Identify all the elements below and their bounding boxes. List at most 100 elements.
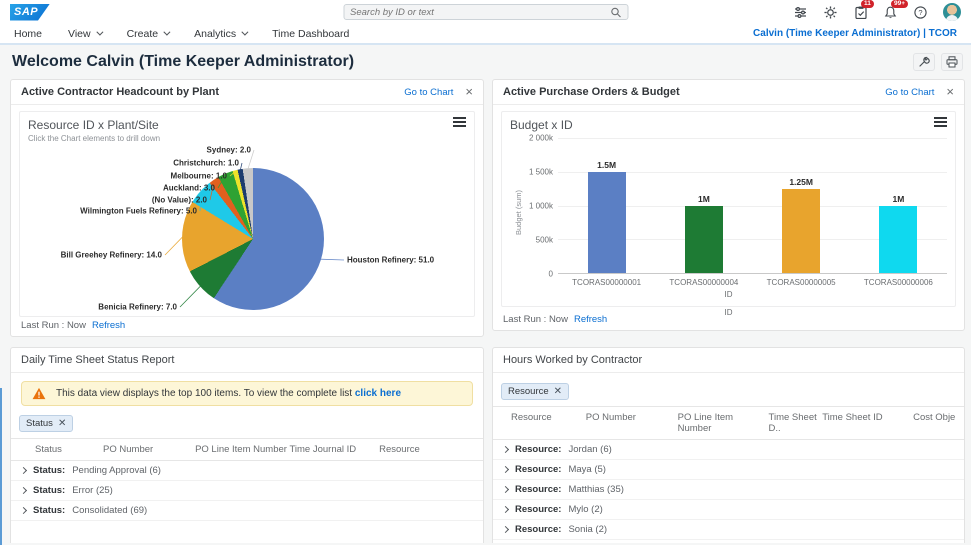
bar[interactable]	[685, 206, 723, 274]
filter-chip-resource[interactable]: Resource ✕	[501, 383, 569, 400]
bar-chart[interactable]: Budget (sum) 2 000k1 500k1 000k500k0 1.5…	[510, 138, 947, 274]
table-header: StatusPO NumberPO Line Item NumberTime J…	[11, 438, 483, 461]
row-group-label: Status:	[33, 465, 65, 476]
tasks-badge: 11	[861, 0, 874, 8]
click-here-link[interactable]: click here	[355, 388, 401, 399]
goto-chart-link[interactable]: Go to Chart	[404, 87, 453, 98]
column-header[interactable]: PO Line Item Number	[195, 444, 289, 455]
bar[interactable]	[588, 172, 626, 273]
y-tick: 1 000k	[529, 202, 553, 211]
y-tick: 0	[549, 270, 553, 279]
table-row[interactable]: Status: Pending Approval (6)	[11, 461, 483, 481]
column-header[interactable]: Time Journal ID	[289, 444, 379, 455]
y-tick: 2 000k	[529, 134, 553, 143]
x-tick: TCORAS00000006	[850, 278, 947, 287]
menu-item-home[interactable]: Home	[14, 28, 42, 40]
column-header[interactable]: PO Line Item Number	[678, 412, 769, 434]
table-row[interactable]: Resource: Jordan (6)	[493, 440, 964, 460]
search-input[interactable]	[350, 7, 610, 18]
pie-label: (No Value): 2.0	[152, 196, 207, 205]
pie-label: Wilmington Fuels Refinery: 5.0	[80, 207, 197, 216]
table-row[interactable]: Status: Error (25)	[11, 481, 483, 501]
pie-label: Bill Greehey Refinery: 14.0	[61, 251, 162, 260]
chip-remove-icon[interactable]: ✕	[554, 386, 562, 397]
printer-icon[interactable]	[941, 53, 963, 71]
avatar[interactable]	[943, 3, 961, 21]
chevron-down-icon	[163, 29, 170, 36]
page-title: Welcome Calvin (Time Keeper Administrato…	[12, 53, 354, 71]
search-icon[interactable]	[610, 7, 621, 18]
bar[interactable]	[782, 189, 820, 273]
tasks-icon[interactable]: 11	[853, 5, 868, 20]
row-group-label: Status:	[33, 505, 65, 516]
expand-chevron-icon[interactable]	[502, 506, 509, 513]
expand-chevron-icon[interactable]	[502, 486, 509, 493]
panel-headcount: Active Contractor Headcount by Plant Go …	[10, 79, 484, 337]
menu-item-create[interactable]: Create	[127, 28, 169, 40]
menu-item-time-dashboard[interactable]: Time Dashboard	[272, 28, 349, 40]
row-group-value: Maya (5)	[568, 464, 605, 475]
table-row[interactable]: Resource: Matthias (35)	[493, 480, 964, 500]
panel-headcount-title: Active Contractor Headcount by Plant	[21, 86, 219, 98]
last-run-label: Last Run : Now	[21, 320, 86, 331]
close-icon[interactable]: ×	[465, 87, 473, 97]
expand-chevron-icon[interactable]	[20, 507, 27, 514]
chevron-down-icon	[96, 29, 103, 36]
column-header[interactable]: Resource	[379, 444, 483, 455]
search-bar[interactable]	[343, 4, 628, 20]
refresh-link[interactable]: Refresh	[574, 314, 607, 325]
bar-value-label: 1M	[892, 194, 904, 204]
menu-item-view[interactable]: View	[68, 28, 101, 40]
panel-timesheet: Daily Time Sheet Status Report This data…	[10, 347, 484, 543]
column-header[interactable]: Cost Obje	[913, 412, 964, 434]
chip-remove-icon[interactable]: ✕	[58, 418, 66, 429]
pie-chart[interactable]: Houston Refinery: 51.0Benicia Refinery: …	[28, 147, 475, 319]
bell-icon[interactable]: 99+	[883, 5, 898, 20]
sap-logo[interactable]: SAP	[10, 4, 50, 21]
bar-value-label: 1.25M	[789, 177, 813, 187]
page-scrollbar[interactable]	[0, 388, 2, 545]
user-role-link[interactable]: Calvin (Time Keeper Administrator) | TCO…	[753, 28, 957, 39]
expand-chevron-icon[interactable]	[20, 467, 27, 474]
main-content: Welcome Calvin (Time Keeper Administrato…	[0, 45, 971, 543]
column-header[interactable]: Time Sheet D..	[769, 412, 823, 434]
sliders-icon[interactable]	[793, 5, 808, 20]
filter-chip-status[interactable]: Status ✕	[19, 415, 73, 432]
expand-chevron-icon[interactable]	[502, 526, 509, 533]
x-axis-labels: TCORAS00000001TCORAS00000004TCORAS000000…	[558, 274, 947, 287]
panel-hours-title: Hours Worked by Contractor	[503, 354, 642, 366]
gear-icon[interactable]	[823, 5, 838, 20]
table-row[interactable]: Resource: Mylo (2)	[493, 500, 964, 520]
y-tick: 1 500k	[529, 168, 553, 177]
column-header[interactable]: PO Number	[103, 444, 195, 455]
pie-label: Christchurch: 1.0	[173, 159, 239, 168]
row-group-label: Resource:	[515, 504, 561, 515]
bar[interactable]	[879, 206, 917, 274]
x-tick: TCORAS00000004	[655, 278, 752, 287]
column-header[interactable]: PO Number	[586, 412, 678, 434]
menu-item-analytics[interactable]: Analytics	[194, 28, 246, 40]
wrench-icon[interactable]	[913, 53, 935, 71]
row-group-value: Mylo (2)	[568, 504, 602, 515]
close-icon[interactable]: ×	[946, 87, 954, 97]
goto-chart-link[interactable]: Go to Chart	[885, 87, 934, 98]
expand-chevron-icon[interactable]	[502, 466, 509, 473]
table-header: ResourcePO NumberPO Line Item NumberTime…	[493, 406, 964, 440]
help-icon[interactable]: ?	[913, 5, 928, 20]
table-row[interactable]: Status: Consolidated (69)	[11, 501, 483, 521]
column-header[interactable]: Resource	[493, 412, 586, 434]
row-group-value: Pending Approval (6)	[72, 465, 161, 476]
x-axis-title: ID	[510, 290, 947, 299]
expand-chevron-icon[interactable]	[502, 446, 509, 453]
table-row[interactable]: Resource: Maya (5)	[493, 460, 964, 480]
x-tick: TCORAS00000005	[753, 278, 850, 287]
refresh-link[interactable]: Refresh	[92, 320, 125, 331]
column-header[interactable]: Time Sheet ID	[822, 412, 913, 434]
pie-chart-subtitle: Click the Chart elements to drill down	[28, 134, 160, 143]
x-tick: TCORAS00000001	[558, 278, 655, 287]
expand-chevron-icon[interactable]	[20, 487, 27, 494]
menu-icon[interactable]	[453, 121, 466, 123]
column-header[interactable]: Status	[11, 444, 103, 455]
table-row[interactable]: Resource: Sonia (2)	[493, 520, 964, 540]
menu-icon[interactable]	[934, 121, 947, 123]
